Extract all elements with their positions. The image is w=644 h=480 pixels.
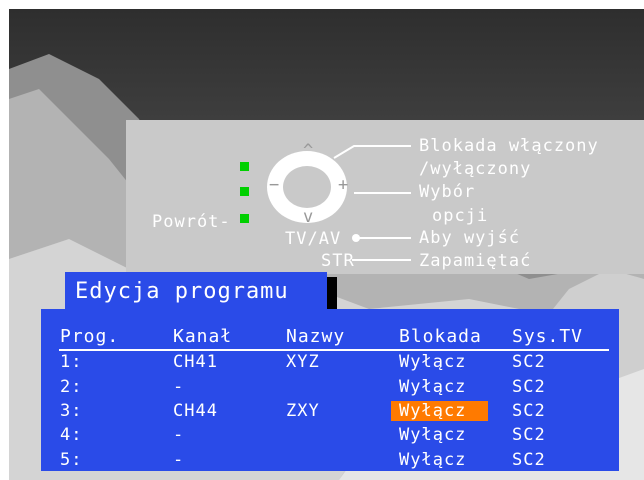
row5-system[interactable]: SC2 xyxy=(512,450,546,470)
row4-prog[interactable]: 4: xyxy=(60,425,82,445)
row1-prog[interactable]: 1: xyxy=(60,352,82,372)
row2-kanal[interactable]: - xyxy=(173,377,184,397)
header-systv: Sys.TV xyxy=(512,326,584,347)
row3-nazwy[interactable]: ZXY xyxy=(286,401,320,421)
row3-prog[interactable]: 3: xyxy=(60,401,82,421)
save-label: Zapamiętać xyxy=(419,251,532,271)
row5-kanal[interactable]: - xyxy=(173,450,184,470)
row2-prog[interactable]: 2: xyxy=(60,377,82,397)
header-nazwy: Nazwy xyxy=(286,326,346,347)
row1-system[interactable]: SC2 xyxy=(512,352,546,372)
tvav-label: TV/AV xyxy=(285,229,342,249)
header-divider xyxy=(59,349,609,351)
remote-help-panel: ^ v − + Blokada włączony /wyłączony Wybó… xyxy=(126,120,644,274)
program-table: Prog. Kanał Nazwy Blokada Sys.TV 1: CH41… xyxy=(41,309,619,471)
row4-system[interactable]: SC2 xyxy=(512,425,546,445)
back-label: Powrót- xyxy=(152,212,231,232)
str-label: STR xyxy=(321,251,355,271)
lock-toggle-label: Blokada włączony xyxy=(419,136,599,156)
row4-blokada[interactable]: Wyłącz xyxy=(399,425,466,445)
row5-prog[interactable]: 5: xyxy=(60,450,82,470)
row3-kanal[interactable]: CH44 xyxy=(173,401,218,421)
lock-toggle-label-line2: /wyłączony xyxy=(419,159,532,179)
header-kanal: Kanał xyxy=(173,326,233,347)
row5-blokada[interactable]: Wyłącz xyxy=(399,450,466,470)
row1-blokada[interactable]: Wyłącz xyxy=(399,352,466,372)
header-prog: Prog. xyxy=(60,326,120,347)
select-option-label: Wybór xyxy=(419,182,476,202)
row2-system[interactable]: SC2 xyxy=(512,377,546,397)
row3-system[interactable]: SC2 xyxy=(512,401,546,421)
row3-blokada[interactable]: Wyłącz xyxy=(399,401,466,421)
page-title: Edycja programu xyxy=(65,272,327,312)
row2-blokada[interactable]: Wyłącz xyxy=(399,377,466,397)
tv-screen: ^ v − + Blokada włączony /wyłączony Wybó… xyxy=(9,9,644,480)
row1-kanal[interactable]: CH41 xyxy=(173,352,218,372)
row4-kanal[interactable]: - xyxy=(173,425,184,445)
row1-nazwy[interactable]: XYZ xyxy=(286,352,320,372)
header-blokada: Blokada xyxy=(399,326,482,347)
exit-label: Aby wyjść xyxy=(419,228,521,248)
select-option-label-line2: opcji xyxy=(432,206,489,226)
